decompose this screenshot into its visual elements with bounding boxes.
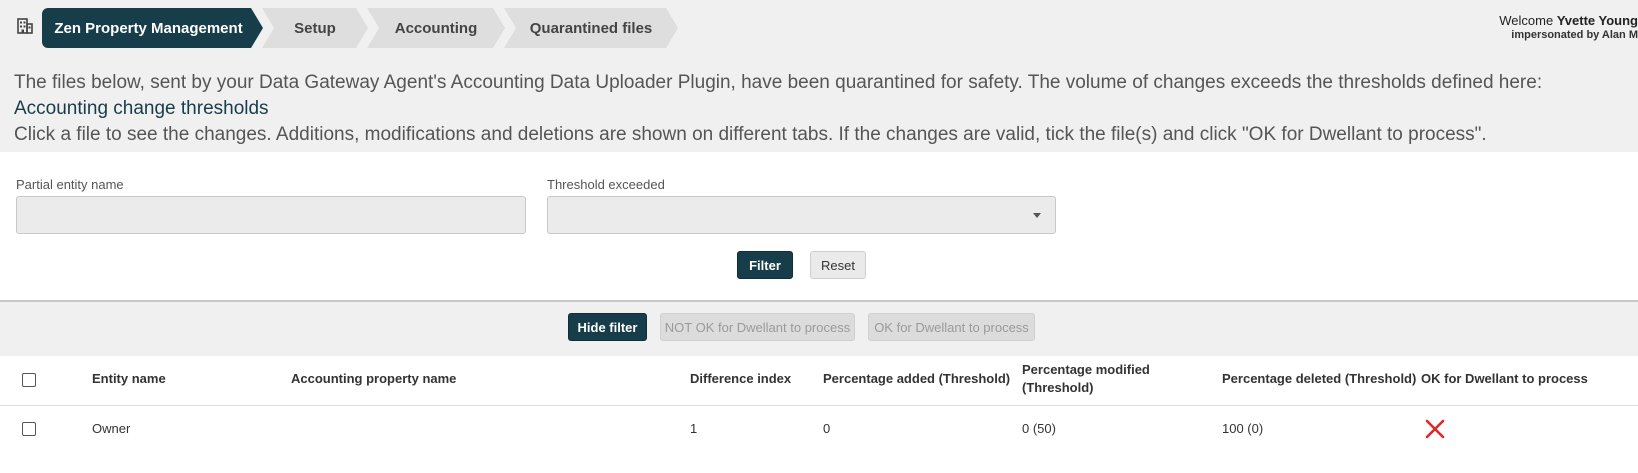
action-toolbar: Hide filter NOT OK for Dwellant to proce…: [0, 300, 1638, 356]
info-line-1: The files below, sent by your Data Gatew…: [14, 72, 1543, 93]
reset-button[interactable]: Reset: [810, 251, 866, 279]
entity-name-input[interactable]: [16, 196, 526, 234]
filter-button[interactable]: Filter: [737, 251, 793, 279]
hide-filter-button[interactable]: Hide filter: [568, 313, 647, 341]
cell-percentage-modified: 0 (50): [1022, 421, 1056, 436]
entity-name-label: Partial entity name: [16, 177, 124, 192]
breadcrumb-quarantined-files[interactable]: Quarantined files: [504, 8, 678, 48]
page-header: Zen Property Management Setup Accounting…: [0, 0, 1638, 152]
quarantine-info: The files below, sent by your Data Gatew…: [14, 70, 1634, 148]
select-all-checkbox[interactable]: [22, 373, 36, 387]
not-ok-button[interactable]: NOT OK for Dwellant to process: [660, 313, 855, 341]
ok-button[interactable]: OK for Dwellant to process: [868, 313, 1035, 341]
user-name[interactable]: Yvette Young: [1557, 13, 1638, 28]
column-percentage-modified[interactable]: Percentage modified (Threshold): [1022, 361, 1172, 397]
threshold-select[interactable]: [547, 196, 1056, 234]
building-icon[interactable]: [16, 17, 34, 35]
welcome-prefix: Welcome: [1499, 13, 1554, 28]
row-checkbox[interactable]: [22, 422, 36, 436]
breadcrumb-setup[interactable]: Setup: [262, 8, 368, 48]
column-difference-index[interactable]: Difference index: [690, 370, 791, 388]
info-line-2: Click a file to see the changes. Additio…: [14, 124, 1487, 145]
threshold-label: Threshold exceeded: [547, 177, 665, 192]
column-accounting-property[interactable]: Accounting property name: [291, 370, 456, 388]
breadcrumb-label: Quarantined files: [529, 19, 653, 37]
breadcrumb-label: Accounting: [394, 19, 478, 37]
table-row[interactable]: Owner 1 0 0 (50) 100 (0): [0, 406, 1638, 454]
breadcrumb-label: Zen Property Management: [54, 19, 243, 37]
cell-percentage-deleted: 100 (0): [1222, 421, 1264, 436]
cell-difference-index: 1: [690, 421, 698, 436]
impersonation-note: impersonated by Alan M: [1511, 29, 1638, 41]
breadcrumb-zen-property-management[interactable]: Zen Property Management: [42, 8, 263, 48]
thresholds-link[interactable]: Accounting change thresholds: [14, 96, 1634, 122]
column-percentage-added[interactable]: Percentage added (Threshold): [823, 370, 1010, 388]
filter-panel: Partial entity name Threshold exceeded F…: [0, 152, 1638, 300]
column-entity-name[interactable]: Entity name: [92, 370, 166, 388]
user-welcome: Welcome Yvette Young impersonated by Ala…: [1499, 14, 1638, 42]
column-ok-for-dwellant[interactable]: OK for Dwellant to process: [1421, 370, 1588, 388]
breadcrumb-label: Setup: [294, 19, 336, 37]
chevron-down-icon: [1033, 213, 1041, 218]
table-header: Entity name Accounting property name Dif…: [0, 356, 1638, 406]
red-x-icon: [1425, 419, 1445, 439]
column-percentage-deleted[interactable]: Percentage deleted (Threshold): [1222, 370, 1416, 388]
cell-entity-name: Owner: [92, 421, 131, 436]
breadcrumb-accounting[interactable]: Accounting: [367, 8, 505, 48]
cell-percentage-added: 0: [823, 421, 831, 436]
